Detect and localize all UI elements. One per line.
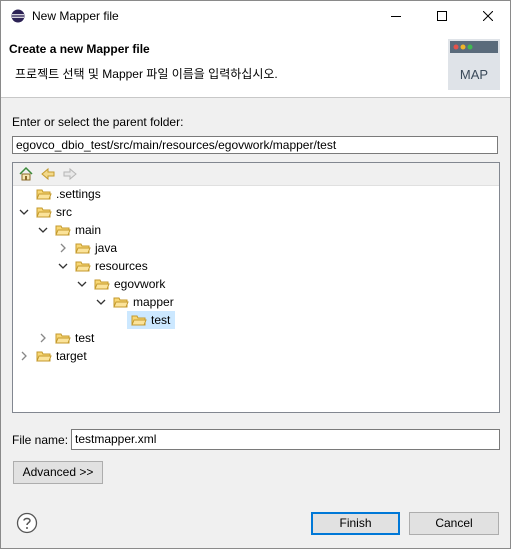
- chevron-down-icon[interactable]: [19, 207, 29, 217]
- tree-toolbar: [13, 163, 499, 186]
- tree-item-label: test: [75, 331, 95, 345]
- advanced-button[interactable]: Advanced >>: [13, 461, 103, 484]
- wizard-header: Create a new Mapper file 프로젝트 선택 및 Mappe…: [1, 31, 510, 98]
- wizard-title: Create a new Mapper file: [9, 42, 150, 56]
- folder-icon: [131, 315, 147, 326]
- close-icon: [483, 11, 493, 21]
- tree-item-target[interactable]: target: [13, 347, 493, 365]
- folder-icon: [113, 297, 129, 308]
- tree-item-mapper-test[interactable]: test: [13, 311, 493, 329]
- chevron-right-icon[interactable]: [19, 351, 29, 361]
- wizard-description: 프로젝트 선택 및 Mapper 파일 이름을 입력하십시오.: [15, 67, 278, 81]
- folder-icon: [36, 207, 52, 218]
- cancel-button[interactable]: Cancel: [409, 512, 499, 535]
- folder-icon: [94, 279, 110, 290]
- tree-item-label: mapper: [133, 295, 174, 309]
- tree-item-mapper[interactable]: mapper: [13, 293, 493, 311]
- parent-folder-input[interactable]: egovco_dbio_test/src/main/resources/egov…: [12, 136, 498, 154]
- tree-item-settings[interactable]: .settings: [13, 185, 493, 203]
- chevron-down-icon[interactable]: [58, 261, 68, 271]
- window-title: New Mapper file: [32, 9, 119, 23]
- tree-item-java[interactable]: java: [13, 239, 493, 257]
- minimize-icon: [391, 16, 401, 17]
- tree-item-label: java: [95, 241, 118, 255]
- folder-icon: [55, 333, 71, 344]
- title-bar: New Mapper file: [1, 1, 510, 31]
- tree-item-main[interactable]: main: [13, 221, 493, 239]
- minimize-button[interactable]: [373, 1, 419, 31]
- chevron-right-icon[interactable]: [38, 333, 48, 343]
- tree-item-label: target: [56, 349, 87, 363]
- tree-item-egovwork[interactable]: egovwork: [13, 275, 493, 293]
- back-arrow-icon[interactable]: [40, 166, 56, 182]
- tree-item-test[interactable]: test: [13, 329, 493, 347]
- maximize-icon: [437, 11, 447, 21]
- tree-item-label: test: [151, 313, 171, 327]
- folder-tree[interactable]: .settings src main java resources egovwo…: [12, 162, 500, 413]
- file-name-input[interactable]: testmapper.xml: [71, 429, 500, 450]
- chevron-right-icon[interactable]: [58, 243, 68, 253]
- maximize-button[interactable]: [419, 1, 465, 31]
- chevron-down-icon[interactable]: [96, 297, 106, 307]
- tree-item-src[interactable]: src: [13, 203, 493, 221]
- mapper-banner-image: MAP: [448, 39, 500, 90]
- tree-item-label: main: [75, 223, 102, 237]
- new-mapper-dialog: New Mapper file Create a new Mapper file…: [0, 0, 511, 549]
- banner-text: MAP: [460, 67, 488, 82]
- tree-item-label: src: [56, 205, 72, 219]
- help-icon[interactable]: [16, 512, 38, 534]
- folder-icon: [36, 351, 52, 362]
- file-name-label: File name:: [12, 433, 69, 447]
- finish-button[interactable]: Finish: [311, 512, 400, 535]
- parent-folder-label: Enter or select the parent folder:: [12, 115, 184, 129]
- folder-icon: [75, 261, 91, 272]
- chevron-down-icon[interactable]: [38, 225, 48, 235]
- tree-item-resources[interactable]: resources: [13, 257, 493, 275]
- chevron-down-icon[interactable]: [77, 279, 87, 289]
- folder-icon: [75, 243, 91, 254]
- home-icon[interactable]: [18, 166, 34, 182]
- close-button[interactable]: [465, 1, 511, 31]
- tree-item-label: .settings: [56, 187, 101, 201]
- folder-icon: [55, 225, 71, 236]
- tree-item-label: egovwork: [114, 277, 166, 291]
- forward-arrow-icon[interactable]: [62, 166, 78, 182]
- eclipse-icon: [11, 9, 25, 23]
- tree-item-label: resources: [95, 259, 148, 273]
- folder-icon: [36, 189, 52, 200]
